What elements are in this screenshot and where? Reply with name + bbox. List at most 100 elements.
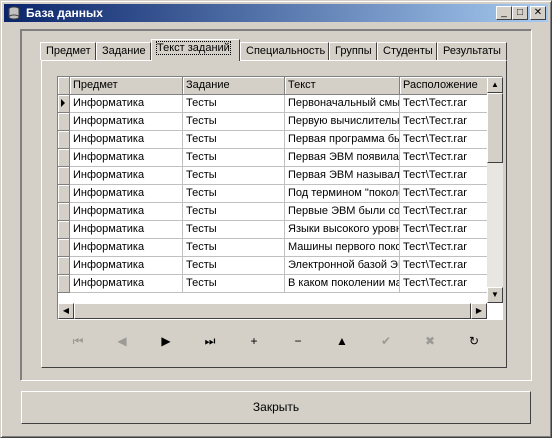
row-indicator[interactable]	[58, 275, 70, 293]
row-indicator[interactable]	[58, 203, 70, 221]
tab-1[interactable]: Задание	[96, 42, 151, 60]
grid-cell[interactable]: Информатика	[70, 257, 183, 275]
grid-cell[interactable]: Тест\Тест.rar	[400, 131, 490, 149]
grid-cell[interactable]: Информатика	[70, 149, 183, 167]
row-indicator[interactable]	[58, 95, 70, 113]
row-indicator[interactable]	[58, 149, 70, 167]
refresh-data-icon: ↻	[468, 334, 480, 348]
prior-record-button[interactable]: ◀	[109, 333, 135, 349]
maximize-button[interactable]: □	[512, 6, 528, 20]
grid-cell[interactable]: Первая ЭВМ называлась	[285, 167, 400, 185]
column-header[interactable]: Предмет	[70, 77, 183, 95]
refresh-data-button[interactable]: ↻	[461, 333, 487, 349]
grid-cell[interactable]: Тесты	[183, 95, 285, 113]
tab-0[interactable]: Предмет	[40, 42, 96, 60]
grid-cell[interactable]: Тесты	[183, 167, 285, 185]
grid-cell[interactable]: Тест\Тест.rar	[400, 275, 490, 293]
scroll-right-icon[interactable]: ▶	[471, 303, 487, 319]
vertical-scroll-thumb[interactable]	[487, 93, 503, 163]
horizontal-scroll-thumb[interactable]	[74, 303, 471, 319]
insert-record-button[interactable]: +	[241, 333, 267, 349]
horizontal-scrollbar[interactable]: ◀ ▶	[58, 303, 487, 319]
row-indicator[interactable]	[58, 221, 70, 239]
grid-cell[interactable]: Тесты	[183, 239, 285, 257]
grid-cell[interactable]: Тесты	[183, 185, 285, 203]
last-record-button[interactable]: ⏭	[197, 333, 223, 349]
grid-cell[interactable]: Тесты	[183, 131, 285, 149]
scroll-down-icon[interactable]: ▼	[487, 287, 503, 303]
grid-cell[interactable]: Тесты	[183, 203, 285, 221]
grid-cell[interactable]: Тесты	[183, 221, 285, 239]
row-indicator[interactable]	[58, 185, 70, 203]
delete-record-button[interactable]: −	[285, 333, 311, 349]
grid-cell[interactable]: Тест\Тест.rar	[400, 113, 490, 131]
main-window: База данных _ □ ✕ Предмет Задание Текст за…	[0, 0, 552, 438]
grid-cell[interactable]: В каком поколении машин	[285, 275, 400, 293]
grid-cell[interactable]: Информатика	[70, 221, 183, 239]
grid-cell[interactable]: Первая ЭВМ появилась	[285, 149, 400, 167]
row-indicator[interactable]	[58, 257, 70, 275]
grid-cell[interactable]: Информатика	[70, 239, 183, 257]
database-icon	[8, 6, 20, 20]
post-edit-button[interactable]: ✔	[373, 333, 399, 349]
grid-cell[interactable]: Тесты	[183, 113, 285, 131]
grid-cell[interactable]: Тесты	[183, 257, 285, 275]
tab-5[interactable]: Студенты	[377, 42, 437, 60]
column-header[interactable]: Текст	[285, 77, 400, 95]
row-indicator[interactable]	[58, 239, 70, 257]
delete-record-icon: −	[294, 334, 302, 348]
grid-corner	[58, 77, 70, 95]
grid-cell[interactable]: Электронной базой ЭВМ	[285, 257, 400, 275]
grid-cell[interactable]: Тест\Тест.rar	[400, 257, 490, 275]
tab-3[interactable]: Специальность	[240, 42, 329, 60]
next-record-button[interactable]: ▶	[153, 333, 179, 349]
grid-cell[interactable]: Тесты	[183, 275, 285, 293]
scroll-up-icon[interactable]: ▲	[487, 77, 503, 93]
row-indicator[interactable]	[58, 113, 70, 131]
grid-cell[interactable]: Первая программа была	[285, 131, 400, 149]
grid-cell[interactable]: Информатика	[70, 167, 183, 185]
grid-cell[interactable]: Тест\Тест.rar	[400, 95, 490, 113]
grid-cell[interactable]: Первые ЭВМ были созданы	[285, 203, 400, 221]
grid-cell[interactable]: Тест\Тест.rar	[400, 239, 490, 257]
column-header[interactable]: Задание	[183, 77, 285, 95]
edit-record-button[interactable]: ▲	[329, 333, 355, 349]
grid-cell[interactable]: Информатика	[70, 113, 183, 131]
row-indicator[interactable]	[58, 131, 70, 149]
grid-cell[interactable]: Тест\Тест.rar	[400, 221, 490, 239]
vertical-scrollbar[interactable]: ▲ ▼	[487, 77, 503, 303]
title-bar[interactable]: База данных _ □ ✕	[4, 4, 548, 22]
grid-cell[interactable]: Тест\Тест.rar	[400, 203, 490, 221]
scroll-left-icon[interactable]: ◀	[58, 303, 74, 319]
data-grid[interactable]: Предмет Задание Текст Расположение Информати…	[57, 76, 503, 320]
close-button[interactable]: Закрыть	[21, 391, 531, 424]
grid-cell[interactable]: Информатика	[70, 95, 183, 113]
row-indicator[interactable]	[58, 167, 70, 185]
close-window-button[interactable]: ✕	[530, 6, 546, 20]
grid-cell[interactable]: Информатика	[70, 275, 183, 293]
grid-cell[interactable]: Информатика	[70, 185, 183, 203]
tab-2[interactable]: Текст заданий	[151, 39, 240, 61]
tab-4[interactable]: Группы	[329, 42, 377, 60]
first-record-button[interactable]: ⏮	[65, 333, 91, 349]
grid-cell[interactable]: Языки высокого уровня	[285, 221, 400, 239]
grid-cell[interactable]: Под термином "поколение	[285, 185, 400, 203]
grid-cell[interactable]: Машины первого поколения	[285, 239, 400, 257]
tab-label: Результаты	[443, 45, 501, 57]
tab-6[interactable]: Результаты	[437, 42, 507, 60]
grid-cell[interactable]: Информатика	[70, 131, 183, 149]
grid-cell[interactable]: Тест\Тест.rar	[400, 167, 490, 185]
grid-cell[interactable]: Тест\Тест.rar	[400, 149, 490, 167]
minimize-button[interactable]: _	[496, 6, 512, 20]
edit-record-icon: ▲	[336, 334, 348, 348]
grid-cell[interactable]: Первую вычислительную	[285, 113, 400, 131]
next-record-icon: ▶	[161, 334, 171, 348]
grid-cell[interactable]: Тесты	[183, 149, 285, 167]
window-title: База данных	[26, 6, 103, 20]
grid-cell[interactable]: Информатика	[70, 203, 183, 221]
cancel-edit-button[interactable]: ✖	[417, 333, 443, 349]
grid-cell[interactable]: Тест\Тест.rar	[400, 185, 490, 203]
tab-label: Студенты	[383, 45, 433, 57]
grid-cell[interactable]: Первоначальный смысл	[285, 95, 400, 113]
column-header[interactable]: Расположение	[400, 77, 490, 95]
